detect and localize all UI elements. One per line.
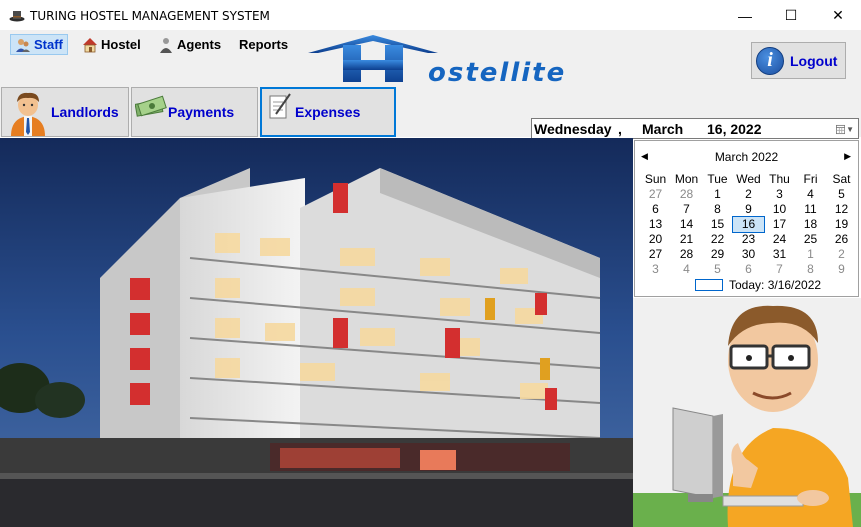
weekday-header: Sun (644, 172, 667, 186)
weekday-header: Thu (769, 172, 790, 186)
calendar-day[interactable]: 13 (640, 217, 671, 232)
window-title: TURING HOSTEL MANAGEMENT SYSTEM (30, 9, 270, 23)
menu-item-label: Reports (239, 37, 289, 52)
maximize-icon: ☐ (784, 7, 798, 23)
calendar-day[interactable]: 18 (795, 217, 826, 232)
calendar-day[interactable]: 3 (640, 262, 671, 277)
hat-icon (9, 11, 25, 22)
tab-label: Expenses (295, 104, 361, 120)
menu-item-reports[interactable]: Reports (235, 34, 292, 55)
calendar-day[interactable]: 22 (702, 232, 733, 247)
calendar-day[interactable]: 23 (733, 232, 764, 247)
calendar-day[interactable]: 9 (733, 202, 764, 217)
date-year[interactable]: 16, 2022 (707, 121, 762, 137)
calendar-day[interactable]: 24 (764, 232, 795, 247)
date-separator: , (618, 120, 622, 137)
calendar-day[interactable]: 6 (733, 262, 764, 277)
calendar-day[interactable]: 17 (764, 217, 795, 232)
tab-payments[interactable]: Payments (131, 87, 258, 137)
notepad-icon (269, 93, 291, 119)
calendar-day[interactable]: 9 (826, 262, 857, 277)
weekday-header: Sat (832, 172, 851, 186)
calendar-title[interactable]: March 2022 (635, 150, 858, 164)
calendar-day[interactable]: 28 (671, 247, 702, 262)
calendar-day[interactable]: 25 (795, 232, 826, 247)
calendar-day[interactable]: 1 (702, 187, 733, 202)
worker-illustration (633, 298, 861, 527)
calendar-day[interactable]: 11 (795, 202, 826, 217)
next-month-button[interactable]: ▶ (844, 151, 851, 162)
calendar-day[interactable]: 4 (671, 262, 702, 277)
calendar-day[interactable]: 15 (702, 217, 733, 232)
calendar-day-selected[interactable]: 16 (732, 216, 765, 233)
money-icon (135, 95, 167, 117)
calendar-day[interactable]: 30 (733, 247, 764, 262)
calendar-day[interactable]: 7 (671, 202, 702, 217)
calendar-day[interactable]: 3 (764, 187, 795, 202)
menu-item-hostel[interactable]: Hostel (78, 34, 145, 55)
today-link[interactable]: Today: 3/16/2022 (695, 278, 821, 292)
minimize-icon: — (738, 7, 752, 24)
close-button[interactable]: ✕ (815, 0, 861, 31)
calendar-day[interactable]: 2 (733, 187, 764, 202)
date-day[interactable]: Wednesday (534, 121, 612, 137)
calendar-day[interactable]: 8 (795, 262, 826, 277)
weekday-header: Fri (803, 172, 818, 186)
month-calendar[interactable]: ◀ March 2022 ▶ Sun Mon Tue Wed Thu Fri S… (634, 140, 859, 297)
logout-label: Logout (790, 52, 838, 69)
tab-label: Payments (168, 104, 235, 120)
calendar-day[interactable]: 12 (826, 202, 857, 217)
menu-item-staff[interactable]: Staff (10, 34, 68, 55)
logo-text: ostellite (428, 58, 566, 85)
calendar-day[interactable]: 14 (671, 217, 702, 232)
calendar-day[interactable]: 2 (826, 247, 857, 262)
staff-icon (16, 38, 30, 52)
calendar-day[interactable]: 6 (640, 202, 671, 217)
title-bar: TURING HOSTEL MANAGEMENT SYSTEM — ☐ ✕ (0, 0, 861, 31)
today-label: Today: 3/16/2022 (729, 278, 822, 292)
calendar-day[interactable]: 1 (795, 247, 826, 262)
calendar-day[interactable]: 27 (640, 247, 671, 262)
calendar-grid: Sun Mon Tue Wed Thu Fri Sat 27 28 1 2 3 … (640, 172, 856, 277)
menu-item-label: Agents (177, 37, 222, 52)
calendar-day[interactable]: 28 (671, 187, 702, 202)
calendar-day[interactable]: 31 (764, 247, 795, 262)
calendar-day[interactable]: 4 (795, 187, 826, 202)
today-marker (695, 279, 723, 291)
calendar-day[interactable]: 19 (826, 217, 857, 232)
logout-button[interactable]: i Logout (751, 42, 846, 79)
tab-label: Landlords (51, 104, 119, 120)
calendar-day[interactable]: 27 (640, 187, 671, 202)
building-photo (0, 138, 633, 527)
calendar-day[interactable]: 7 (764, 262, 795, 277)
close-icon: ✕ (832, 7, 844, 23)
menu-item-agents[interactable]: Agents (154, 34, 225, 55)
landlord-icon (11, 92, 45, 136)
house-icon (83, 37, 97, 52)
tab-landlords[interactable]: Landlords (1, 87, 129, 137)
calendar-day[interactable]: 10 (764, 202, 795, 217)
maximize-button[interactable]: ☐ (768, 0, 814, 31)
menu-item-label: Hostel (101, 37, 141, 52)
calendar-dropdown-icon[interactable]: ▼ (836, 122, 854, 136)
info-icon: i (756, 46, 784, 75)
tab-expenses[interactable]: Expenses (260, 87, 396, 137)
calendar-day[interactable]: 5 (702, 262, 733, 277)
calendar-day[interactable]: 29 (702, 247, 733, 262)
menu-item-label: Staff (34, 37, 63, 52)
weekday-header: Tue (707, 172, 728, 186)
agents-icon (160, 37, 172, 53)
calendar-day[interactable]: 26 (826, 232, 857, 247)
weekday-header: Mon (674, 172, 699, 186)
date-month[interactable]: March (642, 121, 683, 137)
weekday-header: Wed (736, 172, 761, 186)
hostellite-logo: ostellite (303, 31, 655, 88)
date-picker[interactable]: Wednesday , March 16, 2022 ▼ (531, 118, 859, 139)
minimize-button[interactable]: — (722, 0, 768, 31)
calendar-day[interactable]: 8 (702, 202, 733, 217)
calendar-day[interactable]: 5 (826, 187, 857, 202)
calendar-day[interactable]: 20 (640, 232, 671, 247)
calendar-day[interactable]: 21 (671, 232, 702, 247)
